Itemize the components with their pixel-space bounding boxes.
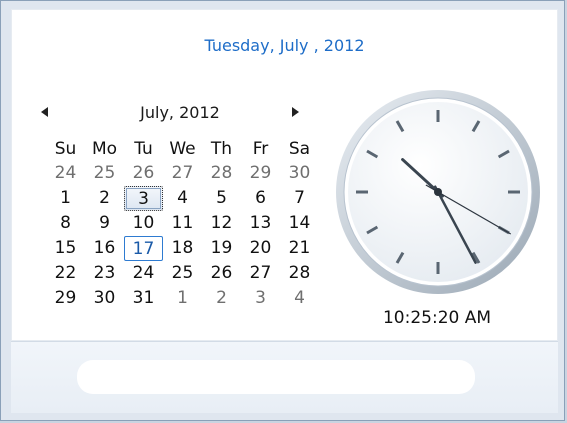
calendar-day[interactable]: 3: [124, 186, 163, 211]
calendar-week-row: 1234567: [46, 186, 319, 211]
calendar-day[interactable]: 25: [85, 161, 124, 186]
calendar-week-row: 24 25 26 27 28 29 30: [46, 161, 319, 186]
calendar-week-row: 22 23 24 25 26 27 28: [46, 261, 319, 286]
calendar-day[interactable]: 2: [202, 286, 241, 311]
calendar-day[interactable]: 22: [46, 261, 85, 286]
calendar-day[interactable]: 28: [280, 261, 319, 286]
weekday-label: Tu: [134, 139, 153, 159]
calendar-week-row: 15 16 17 18 19 20 21: [46, 236, 319, 261]
weekday-label: Su: [54, 139, 77, 159]
calendar-day[interactable]: 3: [241, 286, 280, 311]
calendar-day[interactable]: 4: [280, 286, 319, 311]
calendar-day[interactable]: 11: [163, 211, 202, 236]
weekday-label: Fr: [252, 139, 269, 159]
month-title[interactable]: July, 2012: [40, 103, 320, 122]
weekday-label: Mo: [91, 139, 118, 159]
next-month-button[interactable]: [290, 106, 300, 121]
calendar-week-row: 29 30 31 1 2 3 4: [46, 286, 319, 311]
date-time-flyout: Tuesday, July , 2012 July, 2012 Su Mo Tu…: [0, 0, 565, 421]
calendar-day[interactable]: 21: [280, 236, 319, 261]
calendar-day[interactable]: 29: [241, 161, 280, 186]
calendar-day[interactable]: 13: [241, 211, 280, 236]
calendar-day[interactable]: 10: [124, 211, 163, 236]
calendar-day[interactable]: 27: [241, 261, 280, 286]
calendar-day[interactable]: 24: [46, 161, 85, 186]
calendar-week-row: 8 9 10 11 12 13 14: [46, 211, 319, 236]
calendar-day[interactable]: 30: [280, 161, 319, 186]
change-settings-link[interactable]: [77, 360, 475, 394]
calendar-day[interactable]: 17: [124, 236, 163, 261]
weekday-label: Sa: [288, 139, 311, 159]
clock-center-pin: [434, 188, 442, 196]
calendar-day[interactable]: 25: [163, 261, 202, 286]
calendar-day[interactable]: 26: [202, 261, 241, 286]
calendar-day[interactable]: 27: [163, 161, 202, 186]
calendar-day[interactable]: 28: [202, 161, 241, 186]
calendar-day[interactable]: 5: [202, 186, 241, 211]
calendar-day[interactable]: 8: [46, 211, 85, 236]
triangle-right-icon: [292, 107, 299, 117]
calendar-day[interactable]: 9: [85, 211, 124, 236]
weekday-label: Th: [210, 139, 233, 159]
calendar-day[interactable]: 15: [46, 236, 85, 261]
calendar-day[interactable]: 31: [124, 286, 163, 311]
calendar-day[interactable]: 18: [163, 236, 202, 261]
calendar-day[interactable]: 4: [163, 186, 202, 211]
calendar-day[interactable]: 26: [124, 161, 163, 186]
analog-clock: [336, 90, 540, 294]
calendar-day[interactable]: 2: [85, 186, 124, 211]
weekday-header-row: Su Mo Tu We Th Fr Sa: [46, 137, 319, 161]
footer-area: [11, 341, 558, 413]
weekday-label: We: [169, 139, 196, 159]
long-date-link[interactable]: Tuesday, July , 2012: [12, 36, 557, 55]
calendar-day[interactable]: 30: [85, 286, 124, 311]
calendar-day[interactable]: 1: [46, 186, 85, 211]
calendar-day[interactable]: 24: [124, 261, 163, 286]
calendar-day[interactable]: 6: [241, 186, 280, 211]
calendar-day[interactable]: 1: [163, 286, 202, 311]
calendar-day[interactable]: 19: [202, 236, 241, 261]
calendar-grid: Su Mo Tu We Th Fr Sa 24 25 26 27 28 29 30 1 2 3 4 5…: [46, 137, 319, 311]
calendar-day[interactable]: 23: [85, 261, 124, 286]
calendar-day[interactable]: 29: [46, 286, 85, 311]
calendar-day[interactable]: 12: [202, 211, 241, 236]
calendar-day[interactable]: 20: [241, 236, 280, 261]
weeks-container: 24 25 26 27 28 29 30 1 2 3 4 5 6 7 8 9 10 11 12 13 14 15 16 17 1…: [46, 161, 319, 311]
digital-time: 10:25:20 AM: [382, 308, 492, 328]
calendar-day[interactable]: 7: [280, 186, 319, 211]
calendar-day[interactable]: 14: [280, 211, 319, 236]
calendar-day[interactable]: 16: [85, 236, 124, 261]
calendar-panel: Tuesday, July , 2012 July, 2012 Su Mo Tu…: [11, 9, 558, 341]
